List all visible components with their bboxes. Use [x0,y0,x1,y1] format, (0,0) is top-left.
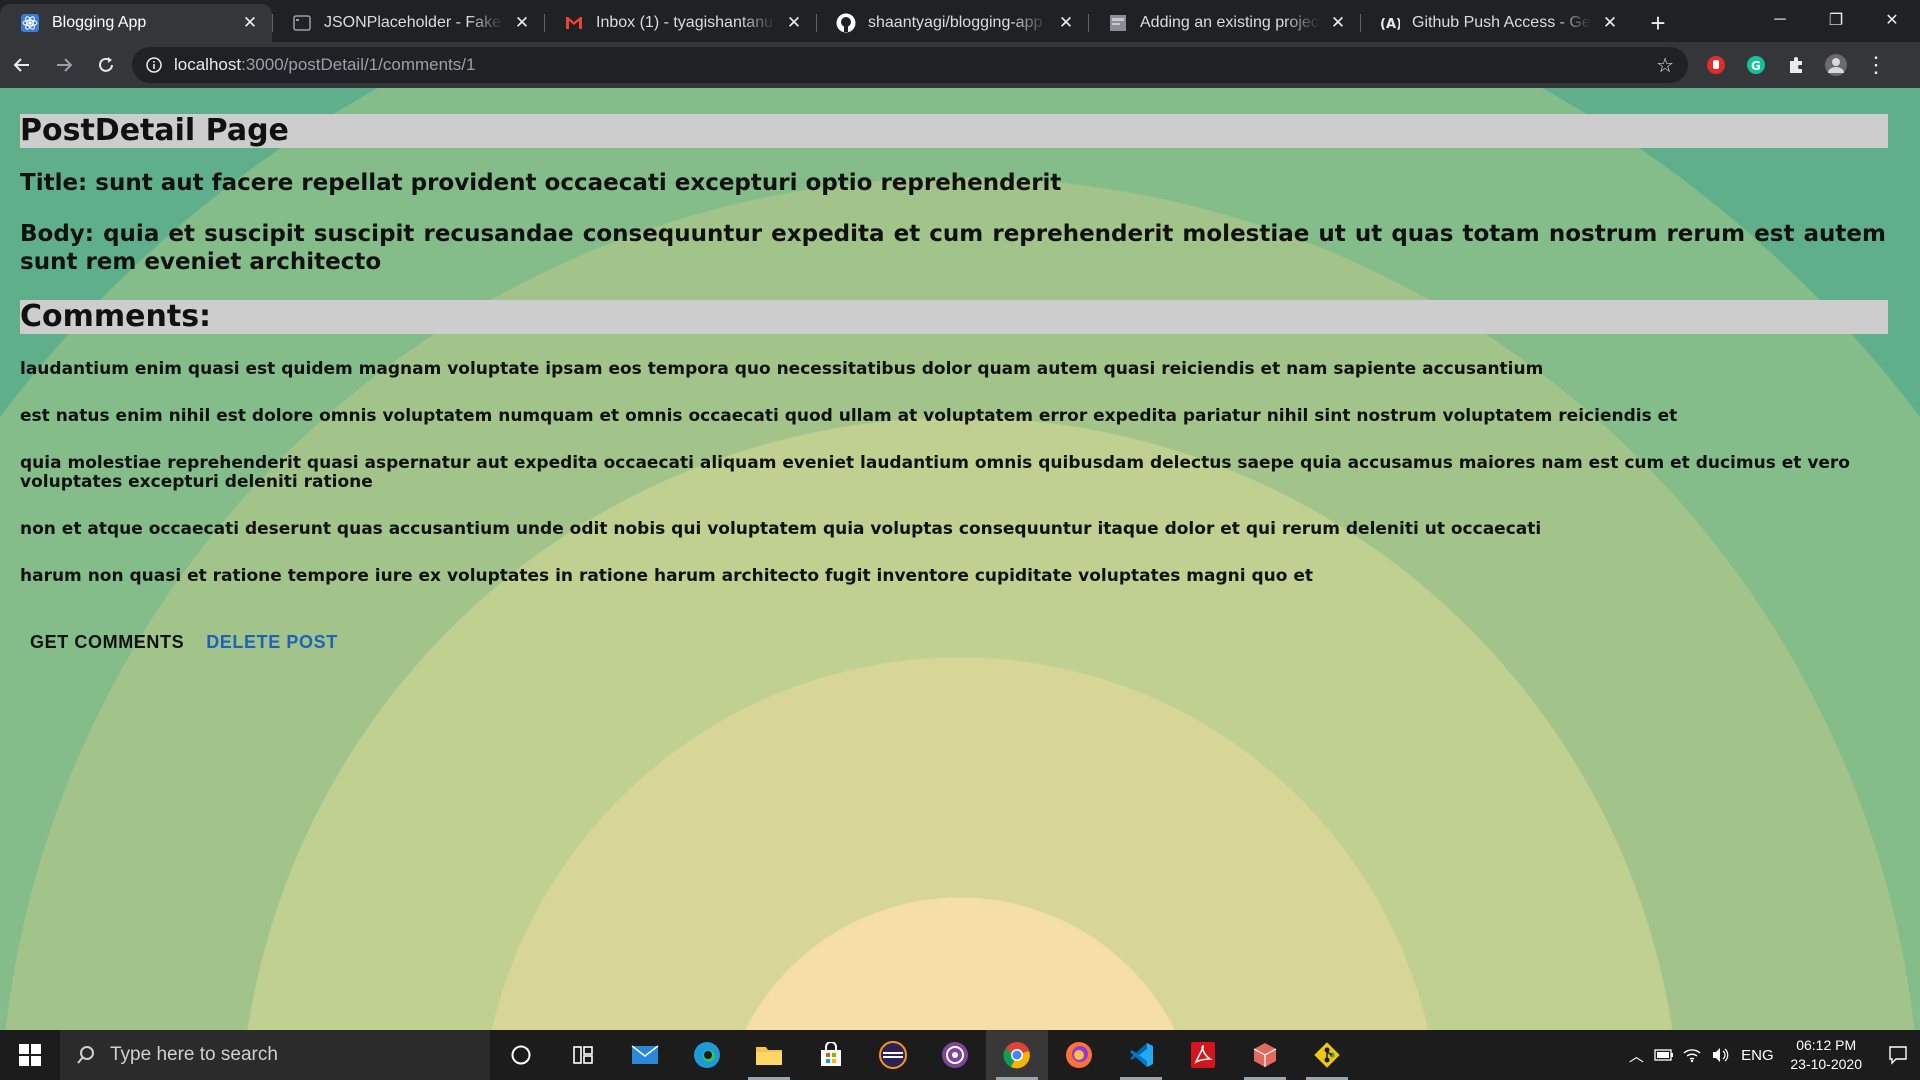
page-icon [1108,13,1128,33]
reload-icon [99,57,113,72]
comment-item: est natus enim nihil est dolore omnis vo… [20,406,1678,426]
file-explorer-icon[interactable] [738,1030,800,1080]
gmail-icon [564,13,584,33]
react-icon [20,13,40,33]
close-icon[interactable]: ✕ [1600,13,1620,33]
acrobat-reader-icon[interactable] [1172,1030,1234,1080]
close-icon[interactable]: ✕ [512,13,532,33]
close-icon[interactable]: ✕ [784,13,804,33]
address-bar[interactable]: localhost:3000/postDetail/1/comments/1 ☆ [132,47,1688,83]
git-gui-icon[interactable] [1296,1030,1358,1080]
eclipse-ide-icon[interactable] [862,1030,924,1080]
chrome-browser-icon[interactable] [986,1030,1048,1080]
browser-toolbar: localhost:3000/postDetail/1/comments/1 ☆… [0,42,1920,88]
firefox-icon[interactable] [1048,1030,1110,1080]
comment-item: non et atque occaecati deserunt quas acc… [20,519,1542,539]
tab-title: Adding an existing project to GitHub [1140,14,1320,31]
get-comments-button[interactable]: GET COMMENTS [20,624,194,661]
adblock-extension-icon[interactable] [1696,45,1736,85]
tab-jsonplaceholder[interactable]: JSONPlaceholder - Fake online REST API ✕ [272,4,544,42]
task-view-icon[interactable] [552,1030,614,1080]
tab-blogging-app[interactable]: Blogging App ✕ [0,4,272,42]
mail-app-icon[interactable] [614,1030,676,1080]
svg-text:(A): (A) [1380,17,1400,32]
tab-title: Github Push Access - Generate [1412,14,1592,31]
tab-github-push[interactable]: (A) Github Push Access - Generate ✕ [1360,4,1632,42]
windows-logo-icon [19,1044,41,1066]
bookmark-star-icon[interactable]: ☆ [1656,53,1674,78]
grammarly-extension-icon[interactable]: G [1736,45,1776,85]
clock-time: 06:12 PM [1796,1037,1857,1053]
back-arrow-icon [13,58,29,72]
search-icon [77,1046,94,1064]
post-body-label: Body: [20,221,94,247]
show-hidden-icons-chevron-icon[interactable]: ︿ [1622,1045,1650,1066]
post-title-text: sunt aut facere repellat provident occae… [95,170,1062,196]
page-viewport: PostDetail Page Title: sunt aut facere r… [0,88,1920,1030]
info-icon[interactable] [146,57,162,73]
tor-browser-icon[interactable] [924,1030,986,1080]
close-icon[interactable]: ✕ [1328,13,1348,33]
delete-post-button[interactable]: DELETE POST [196,624,348,661]
tab-github[interactable]: shaantyagi/blogging-app ✕ [816,4,1088,42]
close-icon[interactable]: ✕ [240,13,260,33]
search-placeholder: Type here to search [110,1044,278,1065]
post-body-text: quia et suscipit suscipit recusandae con… [20,221,1886,275]
new-tab-button[interactable]: + [1638,4,1678,42]
virtualbox-icon[interactable] [1234,1030,1296,1080]
clock-date: 23-10-2020 [1790,1056,1862,1072]
clock[interactable]: 06:12 PM 23-10-2020 [1790,1036,1862,1074]
window-close-icon[interactable]: ✕ [1864,0,1920,40]
window-controls: ─ ❐ ✕ [1752,0,1920,40]
restore-icon[interactable]: ❐ [1808,0,1864,40]
comments-list: laudantium enim quasi est quidem magnam … [20,360,1888,586]
forward-button[interactable] [44,45,84,85]
close-icon[interactable]: ✕ [1056,13,1076,33]
taskbar-search-box[interactable]: Type here to search [60,1030,490,1080]
volume-icon[interactable] [1706,1047,1734,1063]
github-icon [836,13,856,33]
reload-button[interactable] [86,45,126,85]
windows-taskbar: Type here to search ︿ ENG 06:12 PM 23-10… [0,1030,1920,1080]
comments-heading: Comments: [20,300,1888,334]
tab-title: Inbox (1) - tyagishantanu176 [596,14,776,31]
post-title-label: Title: [20,170,88,196]
tab-title: JSONPlaceholder - Fake online REST API [324,14,504,31]
svg-text:G: G [1751,59,1761,73]
tab-gmail[interactable]: Inbox (1) - tyagishantanu176 ✕ [544,4,816,42]
auth0-icon: (A) [1380,13,1400,33]
action-buttons: GET COMMENTS DELETE POST [20,624,1888,661]
extensions-puzzle-icon[interactable] [1776,45,1816,85]
comment-item: quia molestiae reprehenderit quasi asper… [20,453,1850,492]
tab-title: shaantyagi/blogging-app [868,14,1043,31]
tab-title: Blogging App [52,14,147,31]
comment-item: laudantium enim quasi est quidem magnam … [20,359,1544,379]
start-button[interactable] [0,1030,60,1080]
notification-center-icon[interactable] [1876,1045,1920,1065]
system-tray: ︿ ENG 06:12 PM 23-10-2020 [1622,1030,1920,1080]
forward-arrow-icon [57,58,73,72]
url-path: :3000/postDetail/1/comments/1 [241,55,476,74]
tab-strip: Blogging App ✕ JSONPlaceholder - Fake on… [0,0,1920,42]
post-detail-content: PostDetail Page Title: sunt aut facere r… [20,114,1888,661]
profile-avatar[interactable] [1816,45,1856,85]
comment-item: harum non quasi et ratione tempore iure … [20,566,1314,586]
post-title: Title: sunt aut facere repellat providen… [20,170,1888,196]
post-body: Body: quia et suscipit suscipit recusand… [20,220,1886,276]
cortana-icon[interactable] [490,1030,552,1080]
back-button[interactable] [2,45,42,85]
jsonplaceholder-icon [292,13,312,33]
vscode-icon[interactable] [1110,1030,1172,1080]
tab-adding-project[interactable]: Adding an existing project to GitHub ✕ [1088,4,1360,42]
menu-kebab-icon[interactable]: ⋮ [1856,45,1896,85]
minimize-icon[interactable]: ─ [1752,0,1808,40]
language-indicator[interactable]: ENG [1734,1047,1780,1064]
url-text: localhost:3000/postDetail/1/comments/1 [174,55,1656,75]
edge-browser-icon[interactable] [676,1030,738,1080]
url-host: localhost [174,55,242,74]
battery-icon[interactable] [1650,1049,1678,1061]
wifi-icon[interactable] [1678,1047,1706,1063]
page-title: PostDetail Page [20,114,1888,148]
store-icon[interactable] [800,1030,862,1080]
